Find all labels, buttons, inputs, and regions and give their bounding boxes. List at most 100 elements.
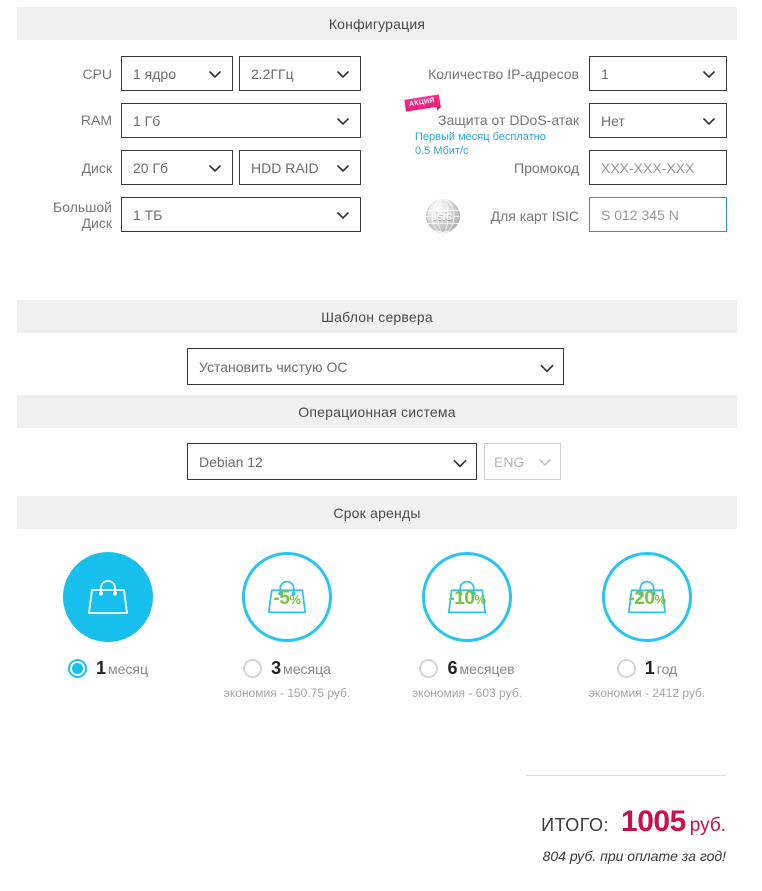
select-disk-size-value: 20 Гб <box>133 159 169 176</box>
label-ddos: Защита от DDoS-атак <box>438 112 579 128</box>
promocode-input[interactable] <box>589 150 727 185</box>
section-title-template: Шаблон сервера <box>321 308 433 325</box>
label-bigdisk-line1: Большой <box>53 199 112 215</box>
period-word-1m: месяц <box>108 661 149 677</box>
chevron-down-icon <box>206 65 224 83</box>
label-ip-count: Количество IP-адресов <box>428 66 579 82</box>
period-option-3m[interactable]: -5% 3 месяца экономия - 150.75 руб. <box>196 552 378 700</box>
isic-globe-icon: isic <box>426 199 460 233</box>
select-disk-type-value: HDD RAID <box>251 159 319 176</box>
period-word-3m: месяца <box>283 661 331 677</box>
radio-period-3m[interactable] <box>243 659 263 678</box>
discount-value-1y: -20 <box>628 587 655 609</box>
period-saving-1y: экономия - 2412 руб. <box>588 686 706 700</box>
radio-period-6m[interactable] <box>419 659 439 678</box>
promo-badge-sale: АКЦИЯ <box>404 94 441 112</box>
period-saving-3m: экономия - 150.75 руб. <box>223 686 351 700</box>
period-radio-row-6m[interactable]: 6 месяцев <box>376 658 558 679</box>
shopping-bag-circle: -20% <box>602 552 692 642</box>
shopping-bag-circle <box>63 552 153 642</box>
select-server-template-value: Установить чистую ОС <box>199 358 348 375</box>
total-label: ИТОГО: <box>541 815 610 835</box>
select-ddos-protection-value: Нет <box>601 112 625 129</box>
select-ip-count-value: 1 <box>601 65 609 82</box>
period-number-1m: 1 <box>95 658 106 678</box>
period-option-1m[interactable]: 1 месяц <box>17 552 199 686</box>
isic-card-input[interactable] <box>589 197 727 232</box>
section-header-configuration: Конфигурация <box>17 7 737 40</box>
section-header-template: Шаблон сервера <box>17 300 737 333</box>
label-ram: RAM <box>80 112 112 128</box>
period-label-6m: 6 месяцев <box>447 658 514 679</box>
ddos-note-line1: Первый месяц бесплатно <box>415 131 546 143</box>
period-label-1m: 1 месяц <box>96 658 148 679</box>
period-radio-row-3m[interactable]: 3 месяца <box>196 658 378 679</box>
section-header-period: Срок аренды <box>17 496 737 529</box>
period-word-6m: месяцев <box>459 661 515 677</box>
discount-label-1y: -20% <box>628 587 666 610</box>
select-os-language-value: ENG <box>494 453 525 470</box>
chevron-down-icon <box>334 159 352 177</box>
period-option-6m[interactable]: -10% 6 месяцев экономия - 603 руб. <box>376 552 558 700</box>
select-disk-type[interactable]: HDD RAID <box>239 150 361 185</box>
chevron-down-icon <box>334 112 352 130</box>
select-cpu-frequency[interactable]: 2.2ГГц <box>239 56 361 91</box>
chevron-down-icon <box>334 206 352 224</box>
discount-label-6m: -10% <box>448 587 486 610</box>
label-cpu: CPU <box>82 66 112 82</box>
chevron-down-icon <box>450 453 468 471</box>
section-title-os: Операционная система <box>298 403 456 420</box>
ddos-note-line2: 0.5 Мбит/с <box>415 145 469 157</box>
discount-percent-3m: % <box>289 591 301 607</box>
radio-period-1m[interactable] <box>67 659 87 678</box>
total-note: 804 руб. при оплате за год! <box>542 848 726 864</box>
select-ddos-protection[interactable]: Нет <box>589 103 727 138</box>
select-operating-system[interactable]: Debian 12 <box>187 443 477 480</box>
period-radio-row-1m[interactable]: 1 месяц <box>17 658 199 679</box>
discount-value-3m: -5 <box>273 587 290 609</box>
period-label-3m: 3 месяца <box>271 658 331 679</box>
label-bigdisk: Большой Диск <box>0 199 112 231</box>
period-label-1y: 1 год <box>645 658 677 679</box>
total-row: ИТОГО: 1005 руб. <box>400 805 726 839</box>
period-number-6m: 6 <box>447 658 458 678</box>
shopping-bag-circle: -10% <box>422 552 512 642</box>
chevron-down-icon <box>334 65 352 83</box>
label-bigdisk-line2: Диск <box>81 215 112 231</box>
select-ip-count[interactable]: 1 <box>589 56 727 91</box>
select-os-language[interactable]: ENG <box>484 443 561 480</box>
discount-value-6m: -10 <box>448 587 475 609</box>
label-promocode: Промокод <box>514 160 579 176</box>
section-title-period: Срок аренды <box>333 504 421 521</box>
total-divider <box>526 775 726 776</box>
period-word-1y: год <box>656 661 678 677</box>
label-disk: Диск <box>81 160 112 176</box>
discount-percent-1y: % <box>654 591 666 607</box>
select-server-template[interactable]: Установить чистую ОС <box>187 348 564 385</box>
period-number-1y: 1 <box>644 658 655 678</box>
section-header-os: Операционная система <box>17 395 737 428</box>
period-number-3m: 3 <box>271 658 282 678</box>
select-cpu-frequency-value: 2.2ГГц <box>251 65 294 82</box>
select-big-disk[interactable]: 1 ТБ <box>121 197 361 232</box>
ddos-note: Первый месяц бесплатно 0.5 Мбит/с <box>415 130 546 158</box>
select-disk-size[interactable]: 20 Гб <box>121 150 233 185</box>
select-big-disk-value: 1 ТБ <box>133 206 163 223</box>
select-ram[interactable]: 1 Гб <box>121 103 361 138</box>
select-cpu-cores[interactable]: 1 ядро <box>121 56 233 91</box>
total-value: 1005 <box>621 805 686 838</box>
period-option-1y[interactable]: -20% 1 год экономия - 2412 руб. <box>556 552 738 700</box>
period-radio-row-1y[interactable]: 1 год <box>556 658 738 679</box>
label-isic: Для карт ISIC <box>490 208 579 224</box>
shopping-bag-icon <box>88 580 128 614</box>
total-currency: руб. <box>689 815 726 836</box>
chevron-down-icon <box>536 453 554 471</box>
chevron-down-icon <box>700 65 718 83</box>
period-saving-6m: экономия - 603 руб. <box>412 686 522 700</box>
chevron-down-icon <box>537 358 555 376</box>
section-title-configuration: Конфигурация <box>328 15 426 32</box>
radio-period-1y[interactable] <box>616 659 636 678</box>
select-cpu-cores-value: 1 ядро <box>133 65 176 82</box>
select-ram-value: 1 Гб <box>133 112 161 129</box>
discount-percent-6m: % <box>474 591 486 607</box>
